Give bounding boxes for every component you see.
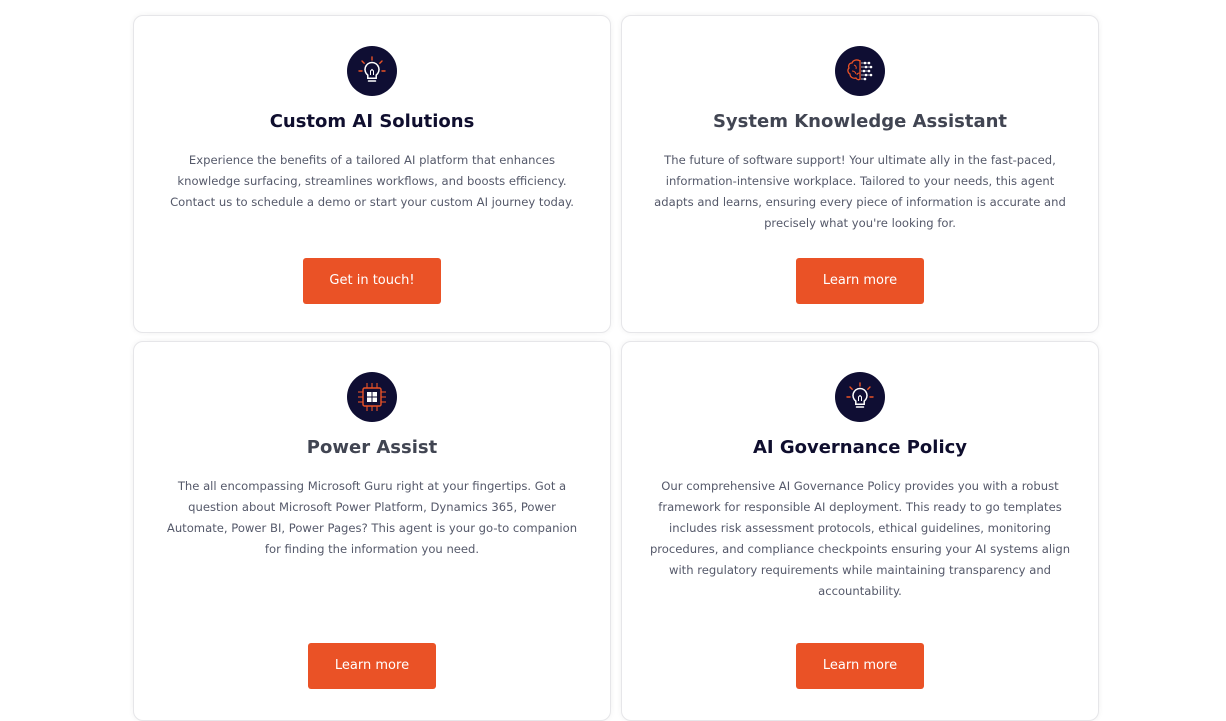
card-power-assist: Power Assist The all encompassing Micros… xyxy=(133,341,611,721)
card-description: Our comprehensive AI Governance Policy p… xyxy=(649,479,1071,598)
learn-more-button[interactable]: Learn more xyxy=(796,258,924,304)
card-title: Custom AI Solutions xyxy=(269,111,475,132)
card-description: Experience the benefits of a tailored AI… xyxy=(170,153,574,209)
card-custom-ai-solutions: Custom AI Solutions Experience the benef… xyxy=(133,15,611,333)
brain-network-icon xyxy=(835,46,885,96)
get-in-touch-button[interactable]: Get in touch! xyxy=(303,258,441,304)
card-ai-governance-policy: AI Governance Policy Our comprehensive A… xyxy=(621,341,1099,721)
learn-more-button[interactable]: Learn more xyxy=(796,643,924,689)
lightbulb-icon xyxy=(835,372,885,422)
lightbulb-icon xyxy=(347,46,397,96)
learn-more-button[interactable]: Learn more xyxy=(308,643,436,689)
card-description: The future of software support! Your ult… xyxy=(654,153,1066,230)
card-title: AI Governance Policy xyxy=(752,437,968,458)
microchip-icon xyxy=(347,372,397,422)
card-title: Power Assist xyxy=(306,437,438,458)
card-description: The all encompassing Microsoft Guru righ… xyxy=(166,479,578,556)
card-system-knowledge-assistant: System Knowledge Assistant The future of… xyxy=(621,15,1099,333)
card-title: System Knowledge Assistant xyxy=(712,111,1008,132)
